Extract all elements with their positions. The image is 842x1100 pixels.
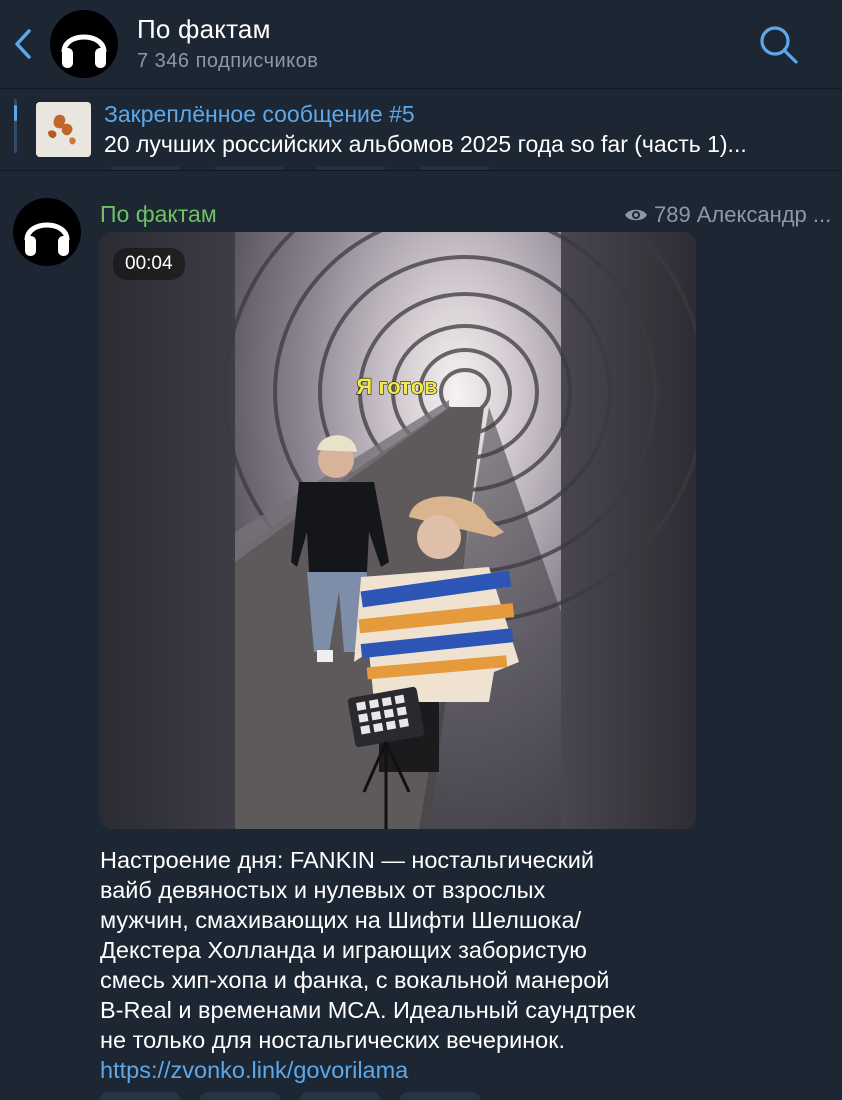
- post-signature: Александр ...: [696, 202, 832, 227]
- post-text-line: Декстера Холланда и играющих забористую: [100, 937, 587, 963]
- post-link[interactable]: https://zvonko.link/govorilama: [100, 1055, 700, 1085]
- pinned-title: Закреплённое сообщение #5: [104, 101, 415, 127]
- pinned-thumbnail: [36, 102, 91, 157]
- pinned-indicator: [14, 105, 17, 121]
- reaction-hint: [200, 1092, 280, 1100]
- post-avatar[interactable]: [13, 198, 81, 266]
- chat-header: По фактам 7 346 подписчиков: [0, 0, 842, 88]
- post-text: Настроение дня: FANKIN — ностальгический…: [100, 845, 700, 1085]
- post-meta: 789 Александр ...: [624, 202, 842, 228]
- search-icon: [760, 26, 798, 64]
- chevron-left-icon: [15, 29, 31, 59]
- post-author[interactable]: По фактам: [100, 201, 217, 228]
- post-text-line: Настроение дня: FANKIN — ностальгический: [100, 847, 594, 873]
- headphones-icon: [61, 34, 107, 68]
- eye-icon: [625, 209, 647, 221]
- pinned-divider: [0, 170, 842, 171]
- back-button[interactable]: [8, 24, 38, 64]
- search-button[interactable]: [756, 22, 800, 66]
- post-text-line: смесь хип-хопа и фанка, с вокальной мане…: [100, 967, 610, 993]
- post-text-line: B-Real и временами MCA. Идеальный саундт…: [100, 997, 636, 1023]
- pinned-message-bar[interactable]: Закреплённое сообщение #5 20 лучших росс…: [0, 89, 842, 169]
- reaction-hint: [100, 1092, 180, 1100]
- reaction-hint: [300, 1092, 380, 1100]
- post-text-line: мужчин, смахивающих на Шифти Шелшока/: [100, 907, 582, 933]
- channel-title[interactable]: По фактам: [137, 14, 271, 45]
- subscriber-count: 7 346 подписчиков: [137, 50, 319, 72]
- channel-avatar[interactable]: [50, 10, 118, 78]
- reaction-hint: [400, 1092, 480, 1100]
- post-text-line: не только для ностальгических вечеринок.: [100, 1027, 566, 1053]
- video-player[interactable]: Я готов 00:04: [99, 232, 696, 829]
- video-caption: Я готов: [356, 374, 437, 399]
- view-count: 789: [654, 202, 691, 227]
- headphones-icon: [24, 222, 70, 256]
- post-text-line: вайб девяностых и нулевых от взрослых: [100, 877, 546, 903]
- video-timer: 00:04: [113, 248, 185, 280]
- pinned-text: 20 лучших российских альбомов 2025 года …: [104, 131, 747, 157]
- video-thumbnail: Я готов: [99, 232, 696, 829]
